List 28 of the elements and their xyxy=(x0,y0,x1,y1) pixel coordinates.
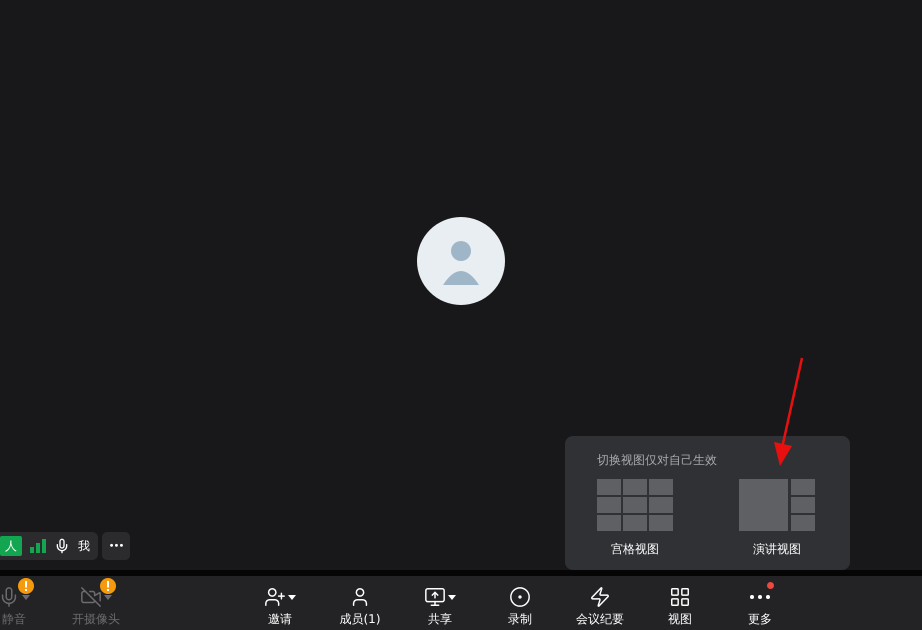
view-option-label: 宫格视图 xyxy=(611,541,659,558)
toolbar-button[interactable]: 邀请 xyxy=(240,576,320,630)
toolbar-button[interactable]: 录制 xyxy=(480,576,560,630)
signal-icon xyxy=(30,539,46,553)
screen-share-icon xyxy=(424,586,446,608)
caret-icon xyxy=(448,594,456,600)
warning-badge xyxy=(18,578,34,594)
participant-name: 我 xyxy=(78,538,90,554)
caret-icon xyxy=(288,594,296,600)
grid-icon xyxy=(669,586,691,608)
toolbar-button[interactable]: 会议纪要 xyxy=(560,576,640,630)
popup-title: 切换视图仅对自己生效 xyxy=(597,452,718,469)
more-icon xyxy=(750,595,770,599)
add-person-icon xyxy=(264,586,286,608)
role-tag: 人 xyxy=(0,536,22,556)
toolbar-button[interactable]: 更多 xyxy=(720,576,800,630)
record-icon xyxy=(509,586,531,608)
warning-badge xyxy=(100,578,116,594)
toolbar-button[interactable]: 成员(1) xyxy=(320,576,400,630)
lightning-icon xyxy=(589,586,611,608)
grid-layout-icon[interactable] xyxy=(597,479,673,531)
microphone-icon xyxy=(54,538,70,554)
more-button[interactable]: ••• xyxy=(102,532,130,560)
toolbar-button[interactable]: 共享 xyxy=(400,576,480,630)
view-option-label: 演讲视图 xyxy=(753,541,801,558)
speaker-layout-icon[interactable] xyxy=(739,479,815,531)
camera-off-icon xyxy=(80,586,102,608)
toolbar-button[interactable]: 视图 xyxy=(640,576,720,630)
